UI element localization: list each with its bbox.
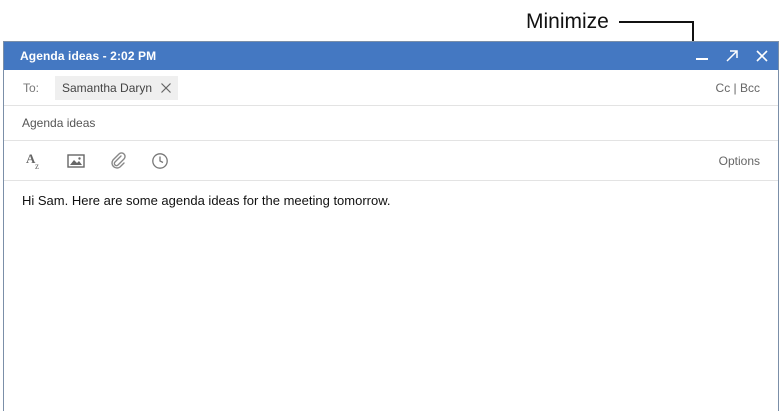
callout-line [619, 21, 694, 23]
expand-icon[interactable] [724, 48, 740, 64]
subject-text: Agenda ideas [22, 116, 96, 130]
minimize-callout: Minimize [520, 6, 710, 43]
close-icon[interactable] [754, 48, 770, 64]
recipient-name: Samantha Daryn [62, 80, 153, 95]
to-row: To: Samantha Daryn Cc | Bcc [4, 70, 778, 106]
insert-image-icon[interactable] [64, 149, 88, 173]
text-format-icon[interactable]: A z [22, 149, 46, 173]
minimize-icon[interactable] [694, 48, 710, 64]
format-toolbar: A z Options [4, 141, 778, 181]
message-text: Hi Sam. Here are some agenda ideas for t… [22, 193, 391, 208]
recipient-chip[interactable]: Samantha Daryn [55, 75, 179, 100]
compose-window: Agenda ideas - 2:02 PM To: Samantha Dary… [3, 41, 779, 411]
attach-icon[interactable] [106, 149, 130, 173]
window-title: Agenda ideas - 2:02 PM [20, 49, 157, 63]
title-bar: Agenda ideas - 2:02 PM [4, 42, 778, 70]
schedule-icon[interactable] [148, 149, 172, 173]
window-controls [694, 48, 770, 64]
cc-bcc-link[interactable]: Cc | Bcc [716, 81, 760, 95]
svg-text:z: z [35, 161, 39, 171]
remove-recipient-icon[interactable] [160, 82, 172, 94]
callout-label: Minimize [526, 10, 609, 33]
callout-pointer [692, 21, 694, 43]
to-label: To: [23, 80, 40, 95]
options-link[interactable]: Options [719, 154, 760, 168]
message-body[interactable]: Hi Sam. Here are some agenda ideas for t… [4, 181, 778, 221]
subject-field[interactable]: Agenda ideas [4, 106, 778, 141]
